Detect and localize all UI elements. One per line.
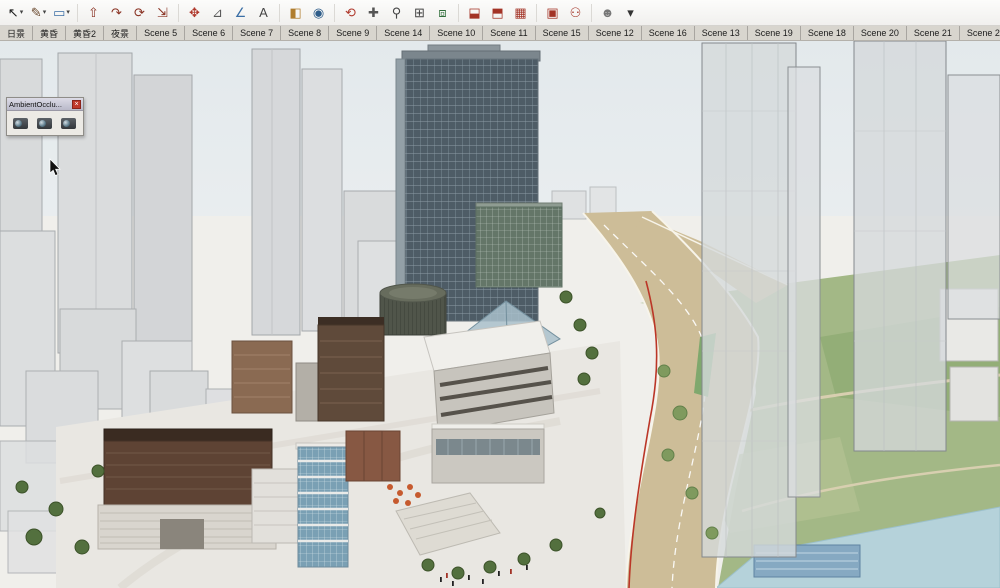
scene-tab-scene-15[interactable]: Scene 15 bbox=[536, 26, 589, 40]
scene-tab-scene-14[interactable]: Scene 14 bbox=[377, 26, 430, 40]
app-window: { "toolbar": { "groups": [ { "icons": [ … bbox=[0, 0, 1000, 588]
ao-render-preset-1-icon bbox=[13, 118, 28, 129]
toolbar-separator bbox=[458, 4, 459, 22]
section-fill-toggle-glyph: ▦ bbox=[514, 6, 526, 19]
shapes-tool[interactable]: ▭▾ bbox=[50, 2, 73, 24]
section-cuts-toggle-glyph: ⬒ bbox=[491, 6, 503, 19]
section-fill-toggle[interactable]: ▦ bbox=[509, 2, 532, 24]
toolbar-overflow-glyph: ▾ bbox=[627, 6, 634, 19]
scene-tab-scene-12[interactable]: Scene 12 bbox=[589, 26, 642, 40]
text-tool-glyph: A bbox=[259, 6, 268, 19]
scene-tab-scene-5[interactable]: Scene 5 bbox=[137, 26, 185, 40]
pan-tool[interactable]: ✚ bbox=[362, 2, 385, 24]
section-plane-tool-glyph: ⬓ bbox=[468, 6, 480, 19]
scene-tab-scene-10[interactable]: Scene 10 bbox=[430, 26, 483, 40]
zoom-tool-glyph: ⚲ bbox=[392, 6, 402, 19]
scene-tab-scene-19[interactable]: Scene 19 bbox=[748, 26, 801, 40]
camera-position-tool[interactable]: ▣ bbox=[541, 2, 564, 24]
scene-tab-黄昏[interactable]: 黄昏 bbox=[33, 26, 66, 40]
close-icon[interactable]: × bbox=[72, 100, 81, 109]
walk-tool-glyph: ⚇ bbox=[570, 6, 582, 19]
tape-measure-tool-glyph: ⊿ bbox=[212, 6, 223, 19]
section-cuts-toggle[interactable]: ⬒ bbox=[486, 2, 509, 24]
toolbar-separator bbox=[279, 4, 280, 22]
rotate-tool-glyph: ⟳ bbox=[134, 6, 145, 19]
viewport-canvas[interactable] bbox=[0, 41, 1000, 588]
toolbar-separator bbox=[536, 4, 537, 22]
paint-bucket-tool[interactable]: ◧ bbox=[284, 2, 307, 24]
orbit-tool-glyph: ⟲ bbox=[345, 6, 356, 19]
pan-tool-glyph: ✚ bbox=[368, 6, 379, 19]
zoom-extents-tool-glyph: ⧈ bbox=[438, 6, 446, 19]
scene-tab-scene-8[interactable]: Scene 8 bbox=[281, 26, 329, 40]
toolbar-separator bbox=[334, 4, 335, 22]
glass-annex bbox=[476, 203, 562, 287]
pencil-tool-glyph: ✎ bbox=[31, 6, 42, 19]
scene-tab-夜景[interactable]: 夜景 bbox=[104, 26, 137, 40]
ao-render-preset-2[interactable] bbox=[33, 114, 55, 132]
scene-tab-scene-11[interactable]: Scene 11 bbox=[483, 26, 535, 40]
zoom-tool[interactable]: ⚲ bbox=[385, 2, 408, 24]
select-tool[interactable]: ↖▾ bbox=[4, 2, 27, 24]
paint-bucket-tool-glyph: ◧ bbox=[289, 6, 301, 19]
scene-tab-scene-21[interactable]: Scene 21 bbox=[907, 26, 960, 40]
toolbar: ↖▾✎▾▭▾⇧↷⟳⇲✥⊿∠A◧◉⟲✚⚲⊞⧈⬓⬒▦▣⚇☻▾ bbox=[0, 0, 1000, 26]
scene-tab-黄昏2[interactable]: 黄昏2 bbox=[66, 26, 104, 40]
scene-tab-scene-18[interactable]: Scene 18 bbox=[801, 26, 854, 40]
toolbar-separator bbox=[77, 4, 78, 22]
protractor-tool-glyph: ∠ bbox=[235, 6, 247, 19]
ao-render-preset-1[interactable] bbox=[9, 114, 31, 132]
follow-me-tool[interactable]: ↷ bbox=[105, 2, 128, 24]
text-tool[interactable]: A bbox=[252, 2, 275, 24]
rotate-tool[interactable]: ⟳ bbox=[128, 2, 151, 24]
section-plane-tool[interactable]: ⬓ bbox=[463, 2, 486, 24]
ambient-occlusion-panel[interactable]: AmbientOcclu... × bbox=[6, 97, 84, 136]
scene-tab-scene-7[interactable]: Scene 7 bbox=[233, 26, 281, 40]
tape-measure-tool[interactable]: ⊿ bbox=[206, 2, 229, 24]
pencil-tool[interactable]: ✎▾ bbox=[27, 2, 50, 24]
orbit-tool[interactable]: ⟲ bbox=[339, 2, 362, 24]
select-tool-glyph: ↖ bbox=[8, 6, 19, 19]
eye-tool[interactable]: ◉ bbox=[307, 2, 330, 24]
viewport: AmbientOcclu... × bbox=[0, 41, 1000, 588]
protractor-tool[interactable]: ∠ bbox=[229, 2, 252, 24]
move-tool[interactable]: ✥ bbox=[183, 2, 206, 24]
push-pull-tool-glyph: ⇧ bbox=[88, 6, 99, 19]
scene-tab-scene-22[interactable]: Scene 22 bbox=[960, 26, 1000, 40]
shapes-tool-glyph: ▭ bbox=[53, 6, 65, 19]
scene-tab-日景[interactable]: 日景 bbox=[0, 26, 33, 40]
toolbar-overflow[interactable]: ▾ bbox=[619, 2, 642, 24]
scene-tab-scene-9[interactable]: Scene 9 bbox=[329, 26, 377, 40]
dropdown-caret-icon[interactable]: ▾ bbox=[66, 9, 70, 16]
ao-render-preset-2-icon bbox=[37, 118, 52, 129]
walk-tool[interactable]: ⚇ bbox=[564, 2, 587, 24]
follow-me-tool-glyph: ↷ bbox=[111, 6, 122, 19]
user-account-icon-glyph: ☻ bbox=[601, 6, 615, 19]
ao-panel-title: AmbientOcclu... bbox=[9, 100, 72, 109]
dropdown-caret-icon[interactable]: ▾ bbox=[43, 9, 47, 16]
ao-panel-body bbox=[7, 111, 83, 135]
scene-tab-scene-16[interactable]: Scene 16 bbox=[642, 26, 695, 40]
user-account-icon[interactable]: ☻ bbox=[596, 2, 619, 24]
scene-tabs: 日景黄昏黄昏2夜景Scene 5Scene 6Scene 7Scene 8Sce… bbox=[0, 26, 1000, 41]
scene-tab-scene-13[interactable]: Scene 13 bbox=[695, 26, 748, 40]
ao-render-preset-3-icon bbox=[61, 118, 76, 129]
toolbar-separator bbox=[178, 4, 179, 22]
move-tool-glyph: ✥ bbox=[189, 6, 200, 19]
push-pull-tool[interactable]: ⇧ bbox=[82, 2, 105, 24]
dropdown-caret-icon[interactable]: ▾ bbox=[20, 9, 24, 16]
scale-tool-glyph: ⇲ bbox=[157, 6, 168, 19]
scene-tab-scene-20[interactable]: Scene 20 bbox=[854, 26, 907, 40]
scale-tool[interactable]: ⇲ bbox=[151, 2, 174, 24]
toolbar-separator bbox=[591, 4, 592, 22]
zoom-window-tool[interactable]: ⊞ bbox=[408, 2, 431, 24]
zoom-window-tool-glyph: ⊞ bbox=[414, 6, 425, 19]
eye-tool-glyph: ◉ bbox=[313, 6, 324, 19]
ao-render-preset-3[interactable] bbox=[57, 114, 79, 132]
ao-panel-titlebar[interactable]: AmbientOcclu... × bbox=[7, 98, 83, 111]
zoom-extents-tool[interactable]: ⧈ bbox=[431, 2, 454, 24]
camera-position-tool-glyph: ▣ bbox=[546, 6, 558, 19]
scene-tab-scene-6[interactable]: Scene 6 bbox=[185, 26, 233, 40]
